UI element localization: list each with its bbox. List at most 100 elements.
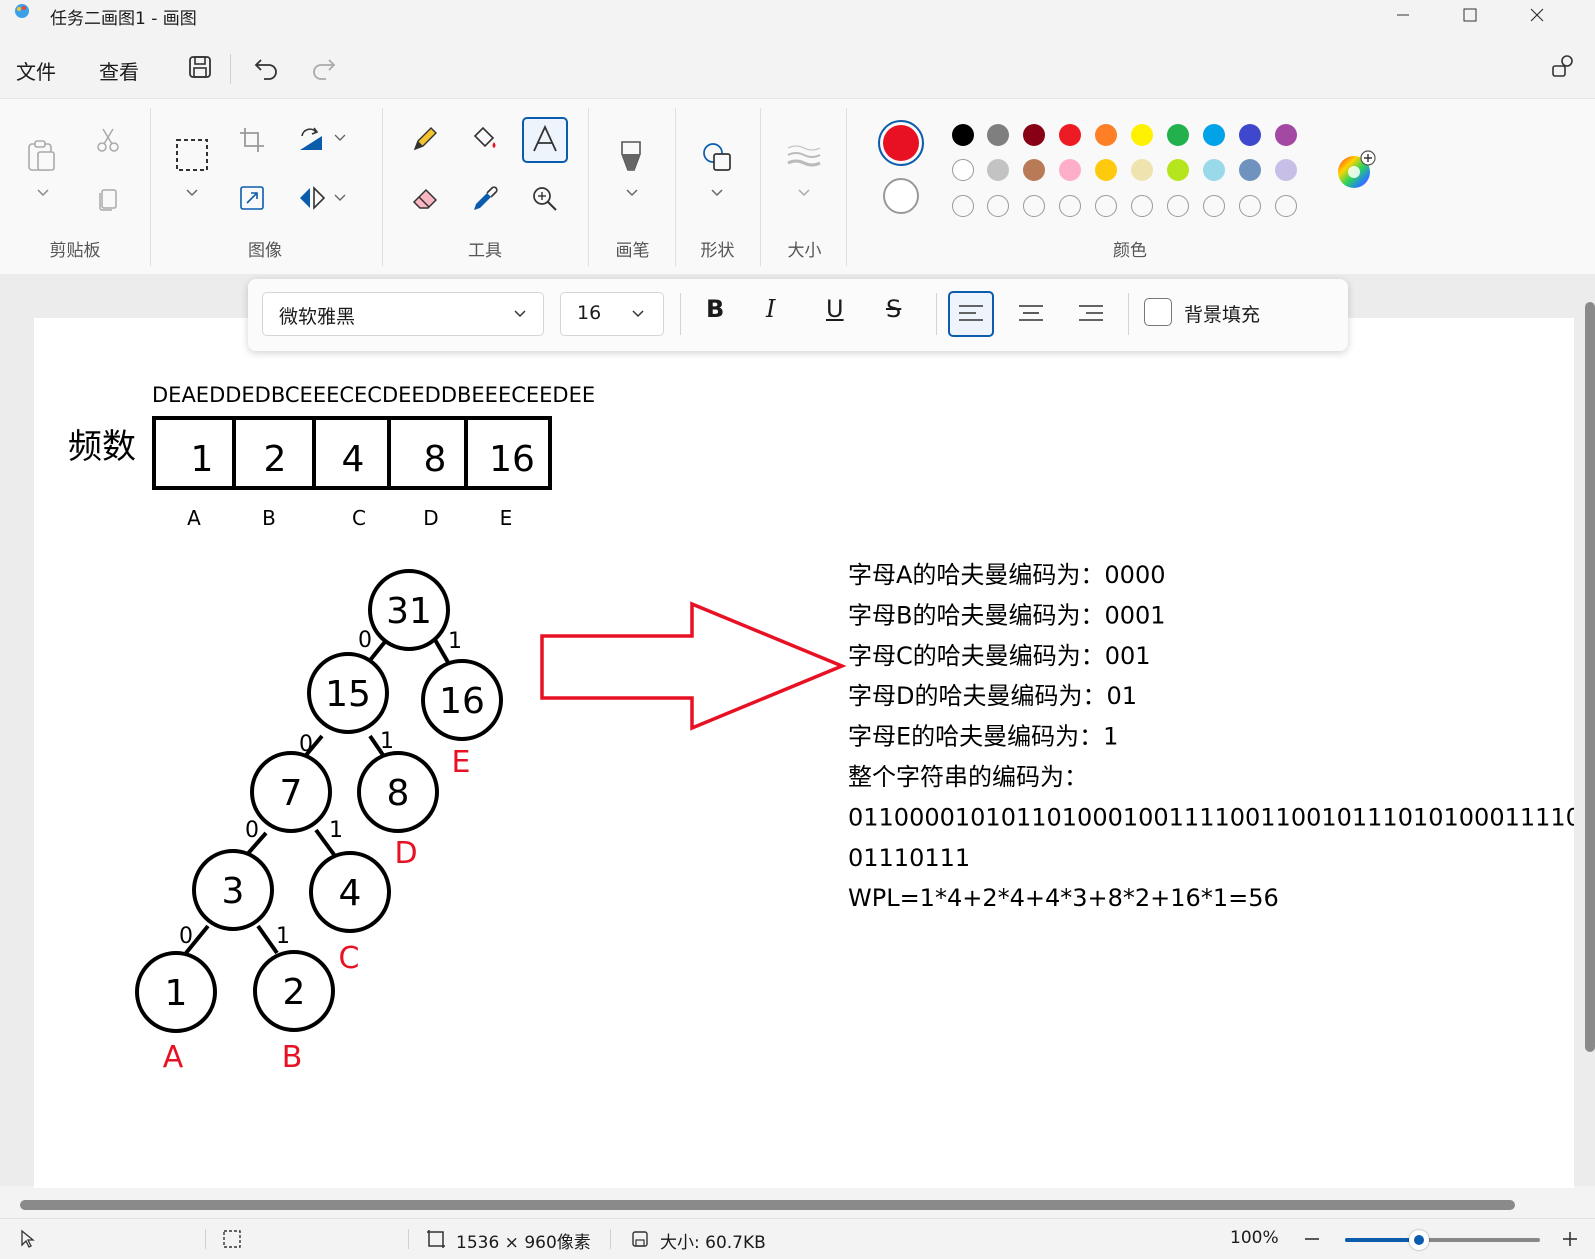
undo-icon[interactable] [252,52,282,82]
minimize-icon [1397,14,1409,16]
size-icon[interactable] [786,142,822,172]
vertical-scrollbar[interactable] [1585,302,1595,1052]
custom-color-slot[interactable] [987,195,1009,217]
strikethrough-button[interactable]: S [886,295,901,323]
color-swatch[interactable] [1239,124,1261,146]
underline-button[interactable]: U [826,295,844,323]
chevron-down-icon[interactable] [797,188,811,198]
horizontal-scrollbar[interactable] [20,1200,1515,1210]
frequency-letter: C [352,506,366,530]
font-size-dropdown[interactable]: 16 [560,292,664,336]
group-label-tools: 工具 [468,241,502,261]
minimize-button[interactable] [1380,0,1426,30]
align-right-icon[interactable] [1070,293,1112,335]
custom-color-slot[interactable] [1023,195,1045,217]
frequency-values: 1 2 4 8 16 [191,439,535,480]
menu-view[interactable]: 查看 [99,56,139,85]
color-swatch[interactable] [987,159,1009,181]
zoom-slider-track[interactable] [1345,1230,1540,1250]
close-button[interactable] [1514,0,1560,30]
copy-icon[interactable] [94,184,122,212]
custom-color-slot[interactable] [952,195,974,217]
color-swatch[interactable] [1167,159,1189,181]
text-icon [533,124,557,152]
italic-button[interactable]: I [766,295,775,323]
tree-edge-label: 0 [299,732,313,757]
color-swatch[interactable] [1095,159,1117,181]
save-icon[interactable] [185,52,215,82]
edit-colors-icon[interactable] [1336,150,1376,190]
color-swatch[interactable] [1167,124,1189,146]
flip-icon[interactable] [296,184,326,212]
tree-edge [432,637,451,665]
select-icon[interactable] [175,138,209,172]
chevron-down-icon[interactable] [185,188,199,198]
sequence-text: DEAEDDEDBCEEECECDEEDDBEEECEEDEE [152,383,595,407]
text-tool-button[interactable] [522,117,568,163]
color-swatch[interactable] [1203,159,1225,181]
color-swatch[interactable] [1131,159,1153,181]
color-swatch[interactable] [1275,159,1297,181]
custom-color-slot[interactable] [1203,195,1225,217]
custom-color-slot[interactable] [1275,195,1297,217]
drawing-canvas[interactable]: DEAEDDEDBCEEECECDEEDDBEEECEEDEE 频数 12481… [34,318,1595,1188]
color-swatch[interactable] [1023,159,1045,181]
tree-leaf-letter: C [339,941,360,976]
color-swatch[interactable] [1059,159,1081,181]
chevron-down-icon[interactable] [334,194,346,202]
redo-icon[interactable] [308,52,338,82]
resize-icon[interactable] [238,184,266,212]
custom-color-slot[interactable] [1095,195,1117,217]
maximize-button[interactable] [1447,0,1493,30]
custom-color-slot[interactable] [1059,195,1081,217]
custom-color-slot[interactable] [1167,195,1189,217]
color-swatch[interactable] [1059,124,1081,146]
color-swatch[interactable] [1275,124,1297,146]
menu-file[interactable]: 文件 [16,56,56,85]
color-swatch[interactable] [1239,159,1261,181]
background-fill-checkbox[interactable] [1144,298,1172,326]
color-swatch[interactable] [952,159,974,181]
color-swatch[interactable] [952,124,974,146]
zoom-slider-thumb[interactable] [1409,1230,1430,1250]
color-swatch[interactable] [1131,124,1153,146]
color-swatch[interactable] [1203,124,1225,146]
tree-node-value: 7 [280,773,303,814]
bold-button[interactable]: B [706,295,724,323]
tree-node-value: 8 [387,773,410,814]
primary-color-button[interactable] [878,120,924,166]
chevron-down-icon[interactable] [710,188,724,198]
drawing-svg: DEAEDDEDBCEEECECDEEDDBEEECEEDEE 频数 12481… [68,383,1595,1075]
close-icon [1530,8,1544,22]
magnifier-icon[interactable] [530,184,560,214]
brush-icon[interactable] [616,138,646,174]
pencil-icon[interactable] [410,124,440,154]
color-swatch[interactable] [1023,124,1045,146]
chevron-down-icon[interactable] [334,134,346,142]
huffman-code-line: 字母A的哈夫曼编码为：0000 [848,561,1166,589]
align-center-icon[interactable] [1010,293,1052,335]
shapes-icon[interactable] [700,140,734,174]
chevron-down-icon[interactable] [625,188,639,198]
font-family-dropdown[interactable]: 微软雅黑 [262,292,544,336]
tree-node-value: 3 [222,871,245,912]
tree-leaf-letter: E [452,745,471,780]
align-left-button[interactable] [948,291,994,337]
cut-icon[interactable] [94,126,122,154]
zoom-in-icon[interactable] [1560,1229,1580,1249]
zoom-out-icon[interactable] [1302,1229,1322,1249]
color-swatch[interactable] [987,124,1009,146]
color-swatch[interactable] [1095,124,1117,146]
color-picker-icon[interactable] [470,184,500,214]
tree-node-value: 2 [283,972,306,1013]
custom-color-slot[interactable] [1239,195,1261,217]
fill-bucket-icon[interactable] [470,124,500,154]
rotate-icon[interactable] [296,126,326,154]
chevron-down-icon[interactable] [36,188,50,198]
eraser-icon[interactable] [410,184,440,214]
crop-icon[interactable] [238,126,266,154]
account-icon[interactable] [1548,52,1578,82]
custom-color-slot[interactable] [1131,195,1153,217]
paste-icon[interactable] [24,138,58,172]
secondary-color-button[interactable] [883,178,919,214]
